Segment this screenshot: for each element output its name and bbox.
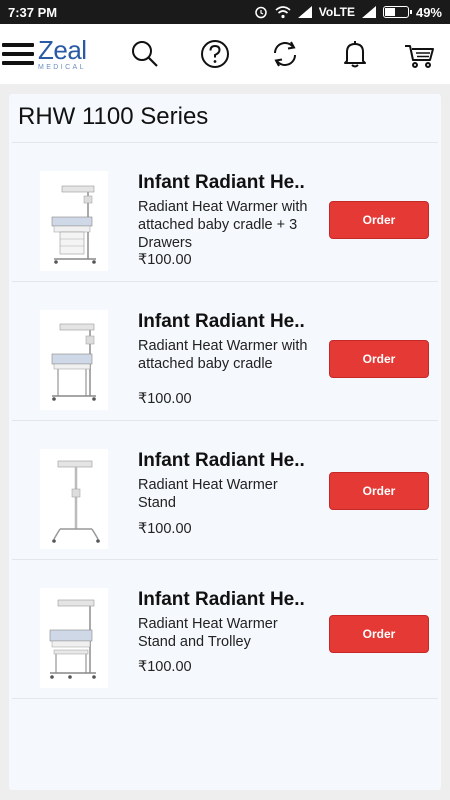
help-icon[interactable] [199,38,231,70]
product-image[interactable] [40,588,108,688]
cart-icon[interactable] [403,38,435,70]
divider [12,698,438,699]
product-row[interactable]: Infant Radiant He.. Radiant Heat Warmer … [12,143,438,282]
order-button[interactable]: Order [329,472,429,510]
product-name[interactable]: Infant Radiant He.. [138,589,310,611]
status-indicators: VoLTE 49% [254,5,442,20]
product-row[interactable]: Infant Radiant He.. Radiant Heat Warmer … [12,421,438,560]
product-row[interactable]: Infant Radiant He.. Radiant Heat Warmer … [12,560,438,699]
product-description: Radiant Heat Warmer Stand [138,477,278,511]
order-button[interactable]: Order [329,201,429,239]
product-description: Radiant Heat Warmer Stand and Trolley [138,616,278,650]
logo-brand: Zeal [38,35,87,65]
refresh-icon[interactable] [269,38,301,70]
product-image[interactable] [40,171,108,271]
radiant-warmer-image [51,185,96,264]
product-price: ₹100.00 [138,391,192,407]
product-image[interactable] [40,449,108,549]
menu-icon[interactable] [2,43,34,65]
battery-percent: 49% [415,4,442,20]
network-label: VoLTE [318,5,355,19]
product-price: ₹100.00 [138,252,192,268]
product-name[interactable]: Infant Radiant He.. [138,172,310,194]
product-row[interactable]: Infant Radiant He.. Radiant Heat Warmer … [12,282,438,421]
product-name[interactable]: Infant Radiant He.. [138,450,310,472]
order-button[interactable]: Order [329,615,429,653]
radiant-warmer-image [49,599,96,679]
alarm-icon [255,6,267,19]
status-bar: 7:37 PM VoLTE 49% [0,0,450,24]
battery-icon [382,6,412,18]
logo-subtitle: MEDICAL [38,64,86,71]
product-image[interactable] [40,310,108,410]
radiant-warmer-image [52,460,100,543]
product-price: ₹100.00 [138,659,192,675]
product-name[interactable]: Infant Radiant He.. [138,311,310,333]
signal-icon [297,6,312,18]
signal-icon-2 [361,6,376,18]
logo[interactable]: Zeal MEDICAL [38,37,96,73]
order-button[interactable]: Order [329,340,429,378]
product-description: Radiant Heat Warmer with attached baby c… [138,338,308,372]
status-time: 7:37 PM [8,4,58,20]
series-title: RHW 1100 Series [18,103,209,130]
search-icon[interactable] [129,38,161,70]
product-price: ₹100.00 [138,521,192,537]
product-description: Radiant Heat Warmer with attached baby c… [138,199,308,251]
battery-fill [384,8,396,16]
product-list-card: RHW 1100 Series Infant Radiant He.. Radi… [9,94,441,790]
wifi-icon [275,5,291,18]
radiant-warmer-image [51,323,96,401]
bell-icon[interactable] [339,38,371,70]
app-header: Zeal MEDICAL [0,24,450,84]
